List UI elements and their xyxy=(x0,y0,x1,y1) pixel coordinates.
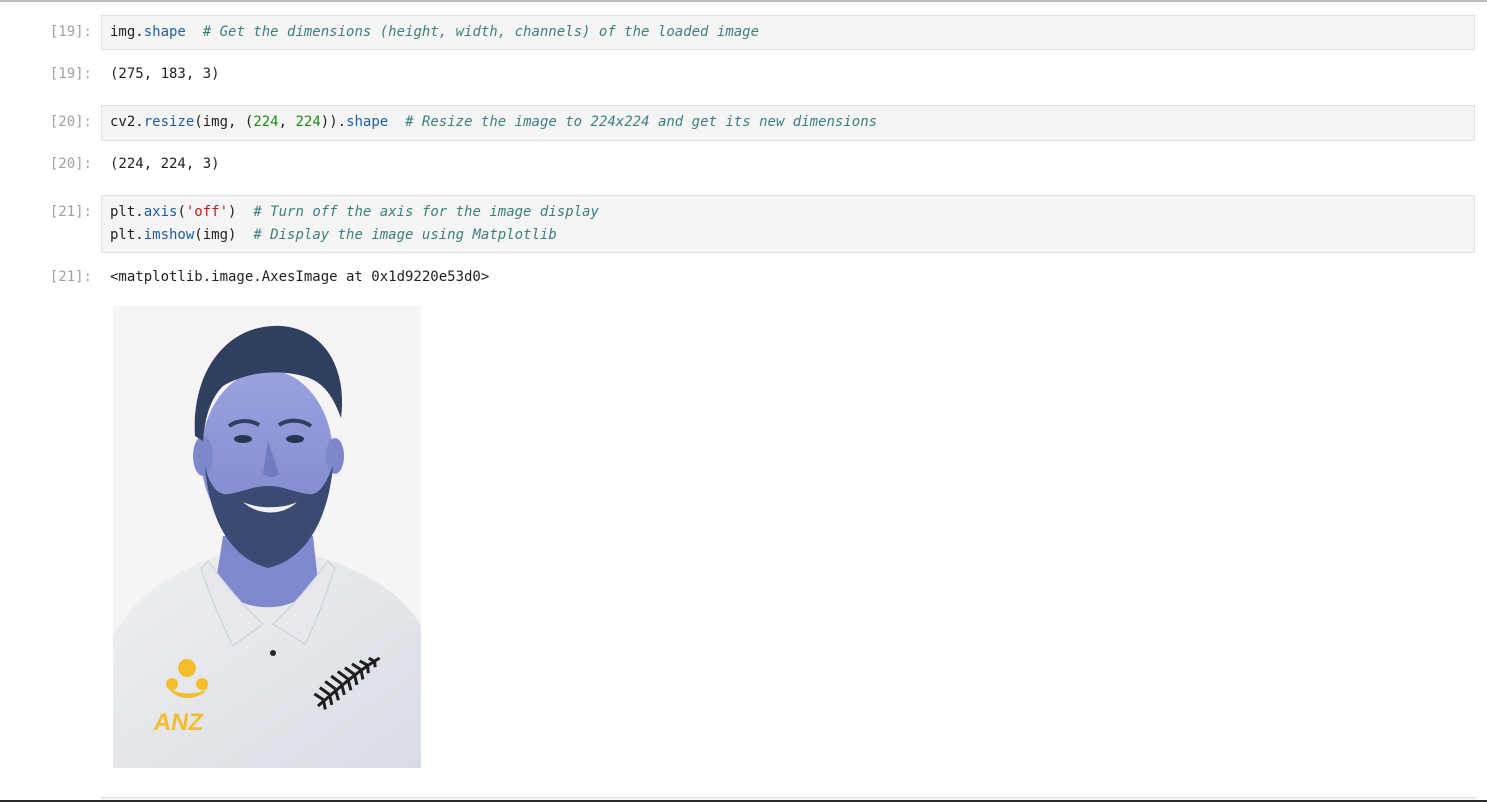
input-prompt: [19]: xyxy=(49,24,92,40)
code-token: ( xyxy=(177,204,186,220)
input-prompt: [20]: xyxy=(49,114,92,130)
code-comment: # Display the image using Matplotlib xyxy=(253,227,557,243)
code-comment: # Resize the image to 224x224 and get it… xyxy=(405,114,878,130)
ear-right xyxy=(326,438,344,474)
code-token: plt. xyxy=(110,204,144,220)
eye-left xyxy=(234,435,252,443)
code-token: shape xyxy=(143,24,186,40)
top-border xyxy=(0,0,1487,2)
code-editor[interactable]: cv2.resize(img, (224, 224)).shape # Resi… xyxy=(110,111,1466,134)
code-line: img.shape # Get the dimensions (height, … xyxy=(110,21,1466,44)
eye-right xyxy=(286,435,304,443)
output-prompt: [21]: xyxy=(49,269,92,285)
code-token: resize xyxy=(143,114,195,130)
code-cell-input[interactable]: cv2.resize(img, (224, 224)).shape # Resi… xyxy=(101,105,1475,141)
cell-output-text: (224, 224, 3) xyxy=(110,156,220,172)
code-token: ) xyxy=(228,204,254,220)
code-token: 'off' xyxy=(185,204,229,220)
code-token: )). xyxy=(320,114,347,130)
code-token: 224 xyxy=(295,114,321,130)
code-token: plt. xyxy=(110,227,144,243)
ear-left xyxy=(193,436,213,476)
code-token: , xyxy=(278,114,296,130)
code-token: cv2. xyxy=(110,114,144,130)
code-cell-input[interactable]: plt.axis('off') # Turn off the axis for … xyxy=(101,195,1475,253)
cell-output-text: (275, 183, 3) xyxy=(110,66,220,82)
code-comment: # Turn off the axis for the image displa… xyxy=(253,204,599,220)
code-token: 224 xyxy=(253,114,279,130)
code-cell-input[interactable]: img.shape # Get the dimensions (height, … xyxy=(101,15,1475,50)
matplotlib-image-output: ANZ xyxy=(113,306,421,768)
code-line: plt.imshow(img) # Display the image usin… xyxy=(110,224,1466,247)
cell-output-text: <matplotlib.image.AxesImage at 0x1d9220e… xyxy=(110,269,490,285)
portrait-photo: ANZ xyxy=(113,306,421,768)
code-token: img. xyxy=(110,24,144,40)
code-line: plt.axis('off') # Turn off the axis for … xyxy=(110,201,1466,224)
code-line: cv2.resize(img, (224, 224)).shape # Resi… xyxy=(110,111,1466,134)
code-token: (img) xyxy=(194,227,254,243)
code-token: shape xyxy=(346,114,389,130)
code-token: (img, ( xyxy=(194,114,254,130)
code-editor[interactable]: img.shape # Get the dimensions (height, … xyxy=(110,21,1466,44)
code-editor[interactable]: plt.axis('off') # Turn off the axis for … xyxy=(110,201,1466,247)
code-comment: # Get the dimensions (height, width, cha… xyxy=(202,24,760,40)
output-prompt: [20]: xyxy=(49,156,92,172)
shirt-button xyxy=(270,650,276,656)
code-token: imshow xyxy=(143,227,195,243)
output-prompt: [19]: xyxy=(49,66,92,82)
input-prompt: [21]: xyxy=(49,204,92,220)
code-token: axis xyxy=(143,204,178,220)
anz-logo-text: ANZ xyxy=(152,709,205,736)
